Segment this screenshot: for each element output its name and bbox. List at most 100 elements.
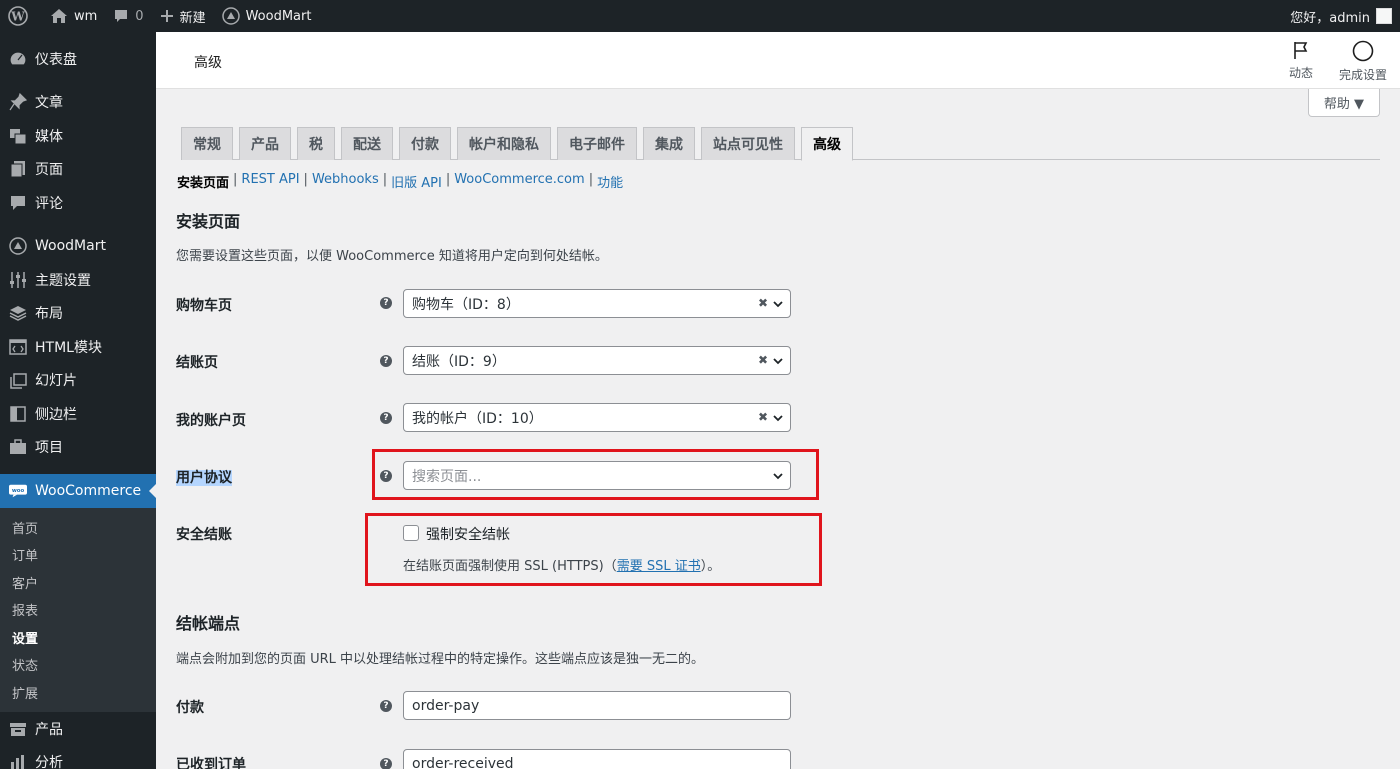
clear-icon[interactable]: ✖	[758, 296, 768, 310]
submenu-item-settings[interactable]: 设置	[0, 624, 156, 652]
help-tip-icon[interactable]: ?	[380, 470, 392, 482]
submenu-item-status[interactable]: 状态	[0, 651, 156, 679]
sidebar-item-media[interactable]: 媒体	[0, 119, 156, 153]
sidebar-item-label: 文章	[35, 95, 63, 112]
sidebar-item-label: 页面	[35, 162, 63, 179]
woodmart-link[interactable]: WoodMart	[214, 0, 320, 32]
tab-site-visibility[interactable]: 站点可见性	[701, 127, 795, 160]
products-icon	[9, 720, 27, 738]
activity-label: 动态	[1288, 66, 1313, 80]
new-content-link[interactable]: 新建	[152, 0, 214, 32]
tab-integration[interactable]: 集成	[643, 127, 695, 160]
help-tip-icon[interactable]: ?	[380, 297, 392, 309]
my-account-page-select[interactable]: 我的帐户（ID：10） ✖	[403, 403, 791, 432]
submenu-item-customers[interactable]: 客户	[0, 569, 156, 597]
setup-pages-heading: 安装页面	[176, 212, 241, 231]
help-tip-icon[interactable]: ?	[380, 758, 392, 769]
chevron-down-icon	[773, 358, 783, 365]
tab-general[interactable]: 常规	[181, 127, 233, 160]
clear-icon[interactable]: ✖	[758, 410, 768, 424]
help-tip-icon[interactable]: ?	[380, 412, 392, 424]
activity-button[interactable]: 动态	[1271, 40, 1331, 81]
force-secure-checkbox[interactable]	[403, 525, 419, 541]
subnav-rest-api[interactable]: REST API	[241, 172, 299, 191]
page-icon	[9, 160, 27, 178]
help-tip-icon[interactable]: ?	[380, 355, 392, 367]
sidebar-item-slides[interactable]: 幻灯片	[0, 364, 156, 398]
portfolio-icon	[9, 438, 27, 456]
home-icon	[51, 9, 67, 23]
tab-shipping[interactable]: 配送	[341, 127, 393, 160]
sidebar-item-comments[interactable]: 评论	[0, 186, 156, 220]
dashboard-icon	[9, 50, 27, 68]
tab-products[interactable]: 产品	[239, 127, 291, 160]
tab-advanced[interactable]: 高级	[801, 127, 853, 161]
progress-circle-icon	[1352, 40, 1374, 62]
sidebar-item-woodmart[interactable]: WoodMart	[0, 230, 156, 264]
greeting: 您好，admin	[1290, 10, 1370, 26]
setup-pages-description: 您需要设置这些页面，以便 WooCommerce 知道将用户定向到何处结帐。	[176, 249, 608, 264]
help-tip-icon[interactable]: ?	[380, 700, 392, 712]
subnav-woocommerce-com[interactable]: WooCommerce.com	[454, 172, 584, 191]
sidebar-item-analytics[interactable]: 分析	[0, 746, 156, 769]
submenu-item-reports[interactable]: 报表	[0, 596, 156, 624]
terms-page-placeholder: 搜索页面...	[412, 468, 482, 485]
ssl-description: 在结账页面强制使用 SSL (HTTPS)（需要 SSL 证书）。	[403, 555, 720, 574]
sidebar-item-products[interactable]: 产品	[0, 712, 156, 746]
my-account-page-label: 我的账户页	[176, 413, 246, 429]
sidebar-item-html-blocks[interactable]: HTML模块	[0, 330, 156, 364]
ssl-certificate-link[interactable]: 需要 SSL 证书	[617, 559, 701, 574]
sidebar-item-theme-settings[interactable]: 主题设置	[0, 263, 156, 297]
pay-endpoint-input[interactable]: order-pay	[403, 691, 791, 720]
comments-link[interactable]: 0	[105, 0, 151, 32]
tab-tax[interactable]: 税	[297, 127, 335, 160]
ssl-description-end: ）。	[700, 559, 721, 574]
order-received-endpoint-input[interactable]: order-received	[403, 749, 791, 769]
woocommerce-header: 高级 动态 完成设置	[156, 32, 1400, 89]
pin-icon	[9, 93, 27, 111]
sidebar-item-woocommerce[interactable]: woo WooCommerce	[0, 474, 156, 508]
sidebar-item-label: 主题设置	[35, 272, 91, 289]
terms-page-select[interactable]: 搜索页面...	[403, 461, 791, 490]
wordpress-logo[interactable]: W	[0, 0, 42, 32]
terms-page-label: 用户协议	[176, 467, 232, 487]
sidebar-item-pages[interactable]: 页面	[0, 153, 156, 187]
flag-icon	[1294, 42, 1308, 59]
subnav-legacy-api[interactable]: 旧版 API	[391, 172, 442, 191]
subnav-webhooks[interactable]: Webhooks	[312, 172, 379, 191]
finish-setup-button[interactable]: 完成设置	[1333, 40, 1393, 83]
pay-endpoint-value: order-pay	[412, 697, 480, 714]
sidebar-item-dashboard[interactable]: 仪表盘	[0, 42, 156, 76]
sidebar-item-label: 幻灯片	[35, 373, 77, 390]
woodmart-label: WoodMart	[245, 8, 312, 24]
analytics-icon	[9, 753, 27, 769]
sidebar-item-label: 仪表盘	[35, 51, 77, 68]
subnav-features[interactable]: 功能	[597, 172, 623, 191]
submenu-item-extensions[interactable]: 扩展	[0, 679, 156, 707]
woodmart-icon	[9, 237, 27, 255]
force-secure-label[interactable]: 强制安全结帐	[426, 524, 510, 544]
site-name-link[interactable]: wm	[42, 0, 105, 32]
wordpress-icon: W	[8, 6, 28, 26]
sidebar-item-posts[interactable]: 文章	[0, 86, 156, 120]
sidebar-item-layouts[interactable]: 布局	[0, 297, 156, 331]
cart-page-select[interactable]: 购物车（ID：8） ✖	[403, 289, 791, 318]
tab-payments[interactable]: 付款	[399, 127, 451, 160]
svg-text:W: W	[10, 10, 25, 24]
order-received-endpoint-label: 已收到订单	[176, 757, 246, 769]
secure-checkout-label: 安全结账	[176, 527, 232, 543]
sidebar-item-label: HTML模块	[35, 339, 102, 356]
sidebar-item-sidebars[interactable]: 侧边栏	[0, 397, 156, 431]
sidebar-item-portfolio[interactable]: 项目	[0, 431, 156, 465]
woocommerce-submenu: 首页 订单 客户 报表 设置 状态 扩展	[0, 507, 156, 712]
tab-emails[interactable]: 电子邮件	[557, 127, 637, 160]
html-icon	[9, 338, 27, 356]
tab-accounts-privacy[interactable]: 帐户和隐私	[457, 127, 551, 160]
my-account[interactable]: 您好，admin	[1290, 7, 1400, 26]
submenu-item-home[interactable]: 首页	[0, 514, 156, 542]
checkout-page-select[interactable]: 结账（ID：9） ✖	[403, 346, 791, 375]
clear-icon[interactable]: ✖	[758, 353, 768, 367]
my-account-page-value: 我的帐户（ID：10）	[412, 410, 543, 427]
comment-bubble-icon	[115, 10, 128, 22]
submenu-item-orders[interactable]: 订单	[0, 541, 156, 569]
